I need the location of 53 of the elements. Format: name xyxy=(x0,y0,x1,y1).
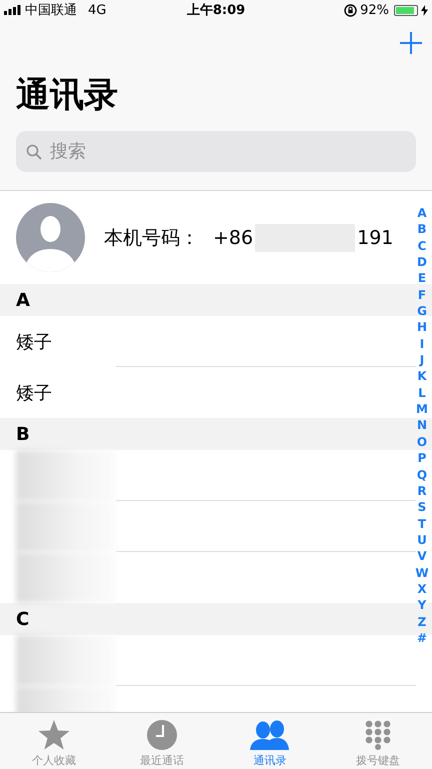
phone-number: +86 xyxy=(213,226,254,248)
tab[interactable]: 通讯录 xyxy=(216,713,324,769)
index-letter[interactable]: C xyxy=(418,238,426,254)
search-icon xyxy=(26,144,42,160)
index-letter[interactable]: W xyxy=(415,564,429,581)
contact-name[interactable]: 矮子 xyxy=(16,380,52,404)
network-type: 4G xyxy=(88,2,106,18)
index-letter[interactable]: Y xyxy=(418,597,426,614)
page-title: 通讯录 xyxy=(16,74,119,117)
contact-name[interactable]: 矮子 xyxy=(16,330,52,354)
avatar-icon xyxy=(16,203,85,272)
tab[interactable]: 最近通话 xyxy=(108,713,216,769)
index-letter[interactable]: Q xyxy=(416,466,428,483)
index-letter[interactable]: E xyxy=(418,270,426,287)
index-letter[interactable]: H xyxy=(416,319,428,336)
phone-number: 191 xyxy=(357,226,394,248)
index-letter[interactable]: M xyxy=(416,401,428,418)
keypad-icon xyxy=(365,720,391,750)
index-letter[interactable]: # xyxy=(416,630,428,646)
index-letter[interactable]: F xyxy=(418,286,426,304)
signal-icon xyxy=(4,5,22,15)
index-letter[interactable]: L xyxy=(418,384,426,402)
index-letter[interactable]: Z xyxy=(418,614,426,630)
index-letter[interactable]: X xyxy=(417,580,427,598)
index-letter[interactable]: U xyxy=(417,532,427,548)
index-letter[interactable]: A xyxy=(417,205,427,222)
people-icon xyxy=(250,720,290,750)
index-letter[interactable]: V xyxy=(417,548,427,565)
index-letter[interactable]: D xyxy=(417,254,427,270)
charging-icon xyxy=(421,4,428,16)
battery-percent: 92% xyxy=(360,2,389,18)
tab[interactable]: 拨号键盘 xyxy=(324,713,432,769)
tab[interactable]: 个人收藏 xyxy=(0,713,108,769)
index-letter[interactable]: N xyxy=(416,417,428,434)
index-letter[interactable]: R xyxy=(417,482,427,500)
index-letter[interactable]: J xyxy=(420,352,424,368)
carrier-name: 中国联通 xyxy=(25,2,77,19)
rotation-lock-icon xyxy=(344,4,358,16)
index-letter[interactable]: G xyxy=(417,303,427,320)
search-field[interactable]: 搜索 xyxy=(16,131,416,172)
index-letter[interactable]: B xyxy=(417,221,427,238)
star-icon xyxy=(38,720,70,750)
index-letter[interactable]: S xyxy=(418,499,426,516)
index-letter[interactable]: K xyxy=(417,368,427,385)
index-letter[interactable]: I xyxy=(420,336,424,352)
clock-icon xyxy=(147,720,177,750)
status-time: 上午8:09 xyxy=(186,2,246,19)
my-number-label: 本机号码： xyxy=(104,226,199,250)
add-icon[interactable] xyxy=(400,32,422,54)
index-letter[interactable]: O xyxy=(416,434,428,450)
battery-icon xyxy=(394,4,418,16)
index-letter[interactable]: T xyxy=(418,516,426,532)
index-letter[interactable]: P xyxy=(418,450,426,466)
